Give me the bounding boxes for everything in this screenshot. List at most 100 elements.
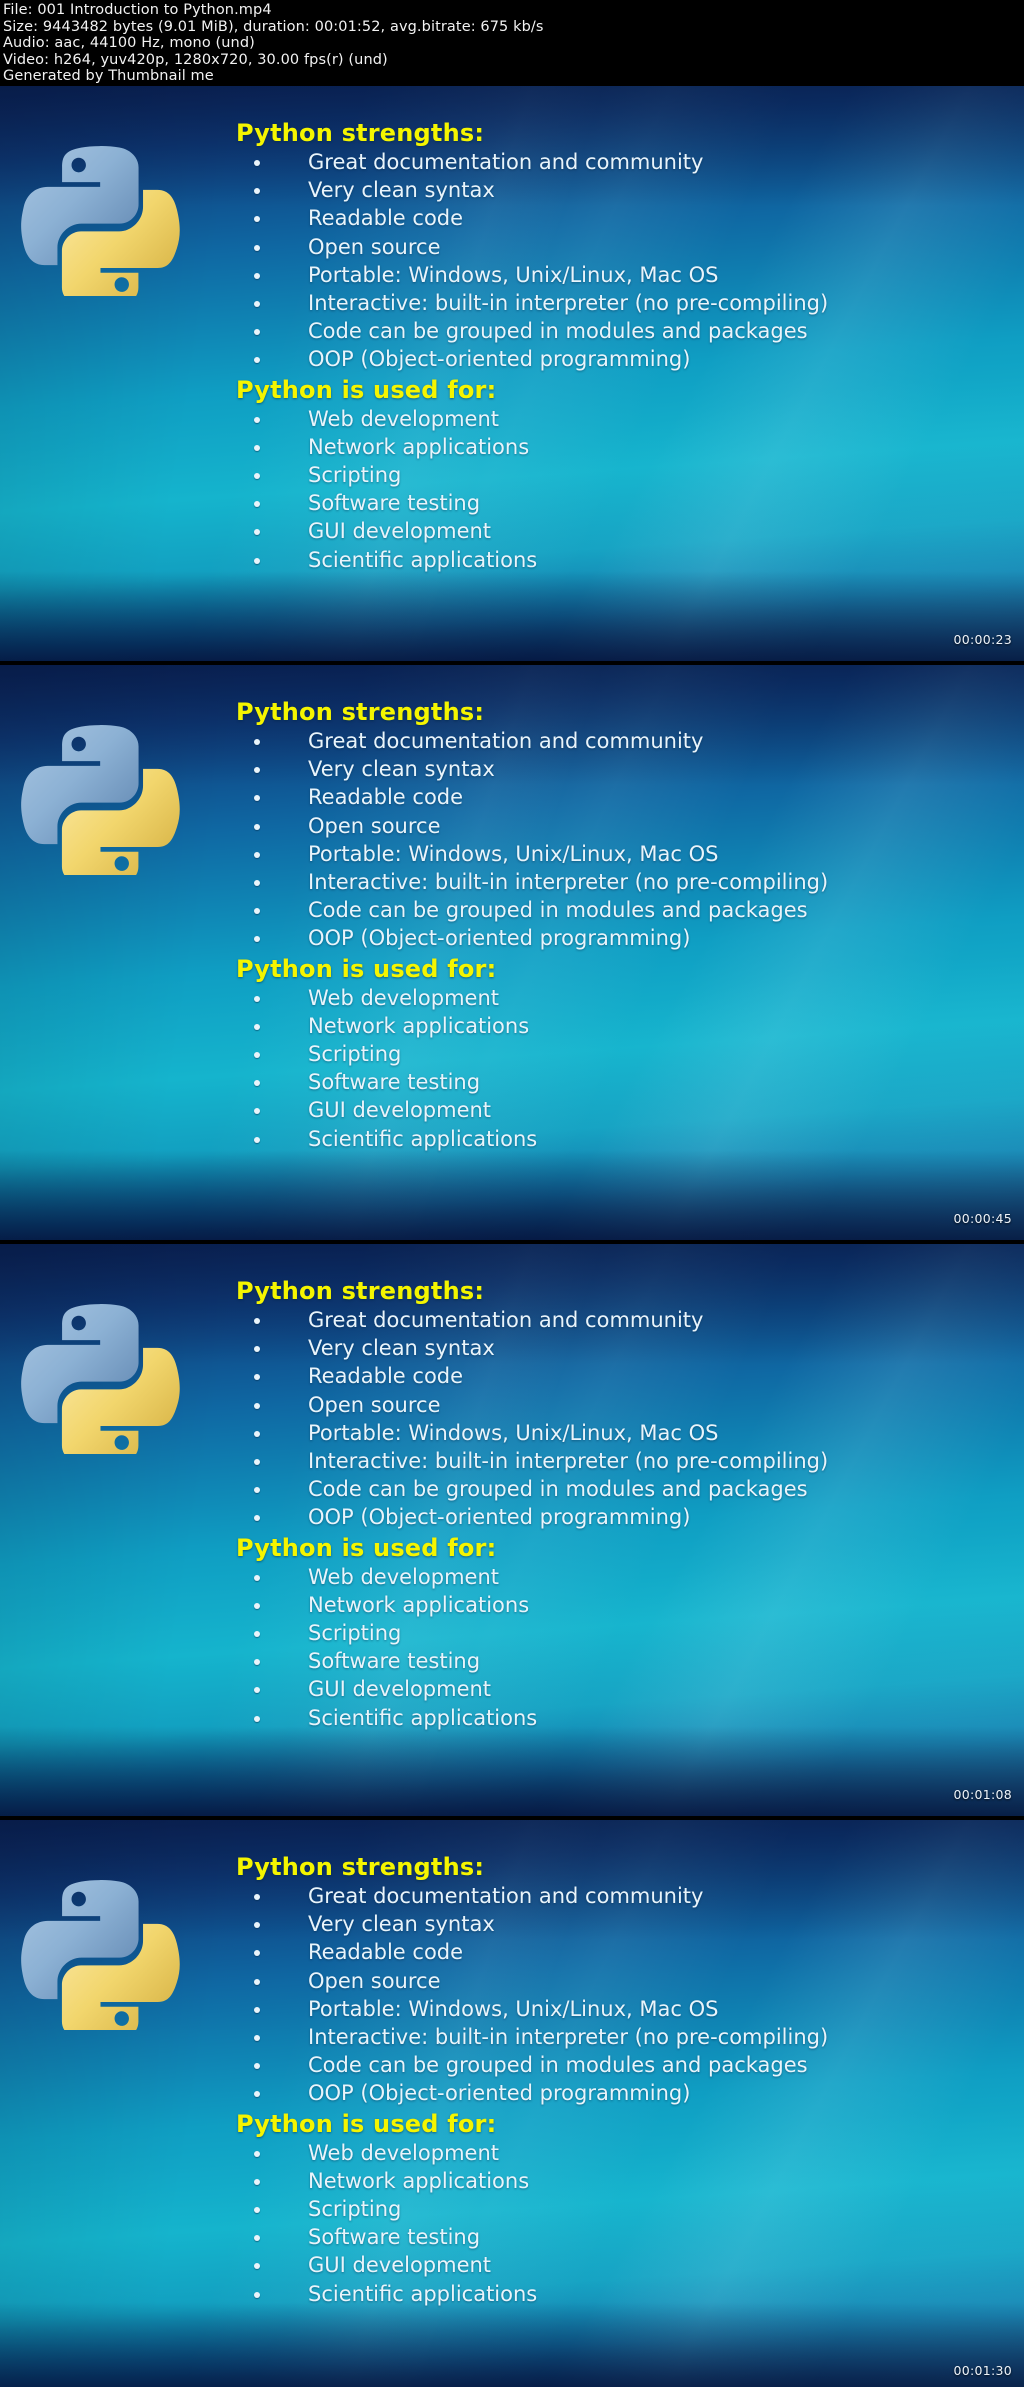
video-frame[interactable]: Python strengths: Great documentation an… [0,1244,1024,1816]
list-item-label: Scientific applications [308,547,538,572]
list-item-label: Open source [308,1968,441,1993]
list-item: Great documentation and community [236,148,996,176]
heading-python-used-for: Python is used for: [236,375,497,404]
bullet-dot-icon [254,557,260,564]
bullet-dot-icon [254,908,260,915]
list-item-label: Scripting [308,2197,402,2222]
heading-python-used-for: Python is used for: [236,954,497,983]
list-item: GUI development [236,1096,996,1124]
heading-python-strengths: Python strengths: [236,698,485,726]
strengths-list: Great documentation and community Very c… [236,1882,996,2108]
list-item-label: Great documentation and community [308,1308,704,1332]
list-item-label: Very clean syntax [308,1336,495,1361]
frame-bottom-vignette [0,1150,1024,1240]
list-item-label: Portable: Windows, Unix/Linux, Mac OS [308,262,719,287]
list-item-label: OOP (Object-oriented programming) [308,347,691,372]
list-item: Open source [236,812,996,840]
list-item-label: Network applications [308,1013,530,1038]
python-logo-icon [20,715,180,875]
list-item: Readable code [236,783,996,811]
bullet-dot-icon [254,795,260,802]
list-item: GUI development [236,2251,996,2279]
list-item: Readable code [236,1938,996,1966]
list-item: Portable: Windows, Unix/Linux, Mac OS [236,261,996,289]
bullet-dot-icon [254,2263,260,2270]
bullet-dot-icon [254,1574,260,1581]
bullet-dot-icon [254,1950,260,1957]
list-item: Very clean syntax [236,1334,996,1362]
list-item: Very clean syntax [236,755,996,783]
bullet-dot-icon [254,2291,260,2298]
bullet-dot-icon [254,1487,260,1494]
bullet-dot-icon [254,1108,260,1115]
list-item-label: Interactive: built-in interpreter (no pr… [308,291,829,316]
list-item-label: GUI development [308,2253,492,2278]
bullet-dot-icon [254,1430,260,1437]
metadata-line-generator: Generated by Thumbnail me [3,68,214,84]
list-item: Very clean syntax [236,1910,996,1938]
list-item-label: Readable code [308,785,464,810]
video-frame[interactable]: Python strengths: Great documentation an… [0,665,1024,1240]
list-item-label: Scripting [308,1042,402,1067]
list-item-label: GUI development [308,1677,492,1702]
list-item-label: Web development [308,985,499,1010]
list-item-label: Software testing [308,1649,481,1674]
list-item: Great documentation and community [236,1882,996,1910]
bullet-dot-icon [254,851,260,858]
bullet-dot-icon [254,1922,260,1929]
list-item: Open source [236,1967,996,1995]
video-metadata-header: File: 001 Introduction to Python.mp4 Siz… [0,0,1024,86]
list-item-label: Software testing [308,1070,481,1095]
list-item: Software testing [236,1068,996,1096]
list-item: OOP (Object-oriented programming) [236,345,996,373]
list-item-label: Scripting [308,1621,402,1646]
bullet-dot-icon [254,160,260,166]
list-item: Readable code [236,204,996,232]
frame-timestamp: 00:00:23 [953,632,1012,647]
list-item-label: Portable: Windows, Unix/Linux, Mac OS [308,1420,719,1445]
list-item-label: Interactive: built-in interpreter (no pr… [308,2025,829,2050]
frame-timestamp: 00:01:08 [953,1787,1012,1802]
list-item-label: Interactive: built-in interpreter (no pr… [308,870,829,895]
list-item: Interactive: built-in interpreter (no pr… [236,2023,996,2051]
bullet-dot-icon [254,1080,260,1087]
bullet-dot-icon [254,301,260,308]
bullet-dot-icon [254,1346,260,1353]
used-for-list: Web development Network applications Scr… [236,2139,996,2308]
list-item: Code can be grouped in modules and packa… [236,317,996,345]
bullet-dot-icon [254,1459,260,1466]
list-item-label: Great documentation and community [308,1884,704,1908]
video-frame[interactable]: Python strengths: Great documentation an… [0,1820,1024,2387]
bullet-dot-icon [254,1402,260,1409]
strengths-list: Great documentation and community Very c… [236,727,996,953]
list-item-label: Portable: Windows, Unix/Linux, Mac OS [308,841,719,866]
list-item-label: Web development [308,406,499,431]
list-item: Scientific applications [236,546,996,574]
list-item: Portable: Windows, Unix/Linux, Mac OS [236,1995,996,2023]
bullet-dot-icon [254,272,260,279]
video-frame[interactable]: Python strengths: Great documentation an… [0,86,1024,661]
bullet-dot-icon [254,2063,260,2070]
bullet-dot-icon [254,2035,260,2042]
list-item-label: Scripting [308,463,402,488]
list-item: Open source [236,233,996,261]
list-item: Network applications [236,1591,996,1619]
list-item-label: OOP (Object-oriented programming) [308,2081,691,2106]
bullet-dot-icon [254,329,260,336]
bullet-dot-icon [254,188,260,195]
list-item-label: Web development [308,1564,499,1589]
list-item-label: Interactive: built-in interpreter (no pr… [308,1449,829,1474]
list-item: Interactive: built-in interpreter (no pr… [236,1447,996,1475]
list-item-label: GUI development [308,1098,492,1123]
metadata-line-size: Size: 9443482 bytes (9.01 MiB), duration… [3,18,544,35]
slide-text-block: Python strengths: Great documentation an… [236,698,996,1153]
list-item-label: Web development [308,2140,499,2165]
heading-python-used-for: Python is used for: [236,1533,497,1562]
list-item: Web development [236,1563,996,1591]
used-for-list: Web development Network applications Scr… [236,984,996,1153]
list-item: Scripting [236,1040,996,1068]
bullet-dot-icon [254,529,260,536]
heading-python-used-for: Python is used for: [236,2109,497,2138]
slide-text-block: Python strengths: Great documentation an… [236,1277,996,1732]
frame-strip: Python strengths: Great documentation an… [0,86,1024,2387]
